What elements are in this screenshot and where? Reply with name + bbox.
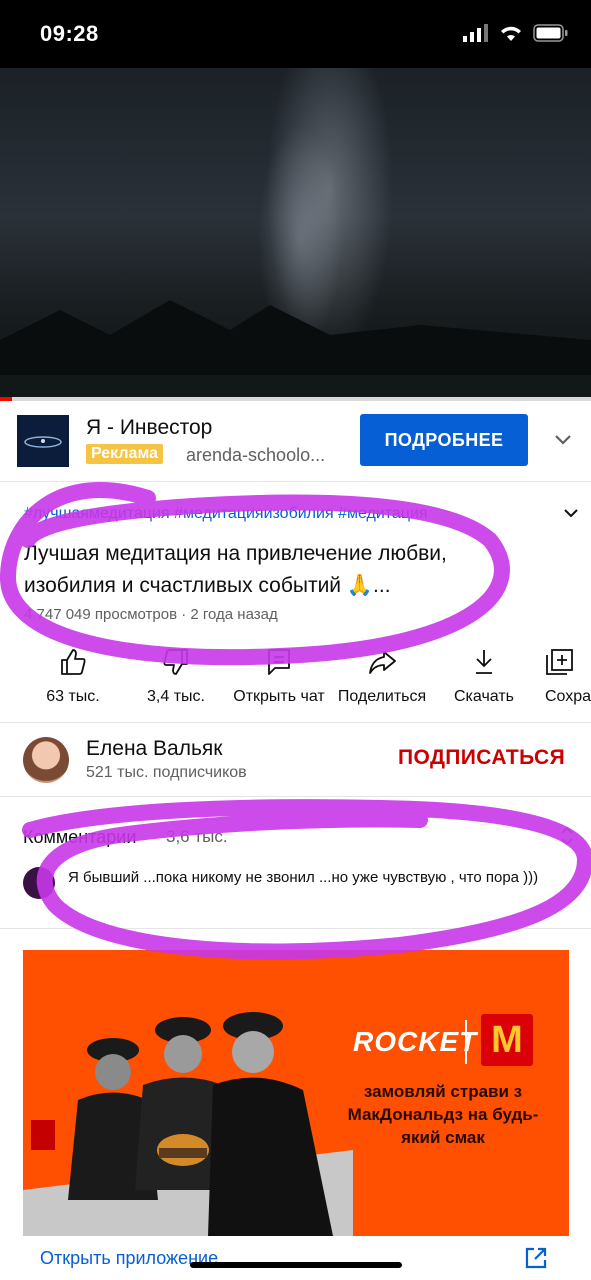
video-meta: 4 747 049 просмотров · 2 года назад — [24, 606, 278, 623]
promo-ad-image[interactable]: ROCKET M замовляй страви з МакДональдз н… — [23, 950, 569, 1236]
video-thumbnail-landscape — [0, 300, 591, 400]
ad-cta-button[interactable]: ПОДРОБНЕЕ — [360, 414, 528, 466]
open-chat-label: Открыть чат — [233, 688, 325, 705]
channel-subscribers: 521 тыс. подписчиков — [86, 764, 247, 781]
like-count: 63 тыс. — [46, 688, 100, 705]
rocket-logo: ROCKET — [353, 1026, 478, 1057]
share-label: Поделиться — [337, 688, 427, 705]
save-icon — [546, 649, 573, 675]
chevron-down-icon[interactable] — [553, 429, 573, 449]
share-button[interactable]: Поделиться — [327, 647, 437, 706]
divider — [0, 796, 591, 797]
channel-name[interactable]: Елена Вальяк — [86, 737, 223, 761]
divider — [0, 722, 591, 723]
video-title[interactable]: Лучшая медитация на привлечение любви, и… — [24, 538, 524, 602]
ad-badge: Реклама — [86, 444, 163, 464]
comments-label[interactable]: Комментарии — [23, 827, 136, 848]
dislike-icon — [163, 649, 188, 675]
expand-comments-icon[interactable] — [560, 826, 574, 846]
like-button[interactable]: 63 тыс. — [18, 647, 128, 706]
ad-title: Я - Инвестор — [86, 416, 213, 439]
download-button[interactable]: Скачать — [429, 647, 539, 706]
status-time: 09:28 — [40, 21, 99, 46]
ad-url: arenda-schoolo... — [186, 445, 326, 465]
subscribe-button[interactable]: ПОДПИСАТЬСЯ — [398, 746, 565, 770]
external-link-icon[interactable] — [524, 1246, 548, 1270]
download-label: Скачать — [454, 688, 514, 705]
comment-author-avatar[interactable] — [23, 867, 55, 899]
mcdonalds-logo: M — [481, 1014, 533, 1066]
chat-icon — [268, 649, 290, 675]
promo-text: замовляй страви з МакДональдз на будь-як… — [347, 1082, 539, 1147]
share-icon — [369, 651, 396, 674]
home-indicator[interactable] — [190, 1262, 402, 1268]
channel-avatar[interactable] — [23, 737, 69, 783]
video-hashtags[interactable]: #лучшаямедитация #медитацияизобилия #мед… — [24, 505, 428, 523]
save-label: Сохра — [545, 688, 591, 705]
like-icon — [61, 649, 86, 675]
save-button[interactable]: Сохра — [530, 647, 591, 706]
ad-banner[interactable]: Я - Инвестор Реклама arenda-schoolo... П… — [0, 401, 591, 482]
video-player[interactable] — [0, 68, 591, 400]
status-bar: 09:28 — [0, 0, 591, 68]
promo-people-illustration — [23, 1012, 353, 1236]
download-icon — [476, 650, 492, 674]
wifi-icon — [501, 26, 521, 41]
divider — [0, 928, 591, 929]
logo-separator — [465, 1020, 467, 1064]
open-chat-button[interactable]: Открыть чат — [224, 647, 334, 706]
ad-logo — [17, 415, 69, 467]
comments-count: 3,6 тыс. — [166, 827, 228, 846]
dislike-count: 3,4 тыс. — [147, 688, 205, 705]
top-comment-text[interactable]: Я бывший ...пока никому не звонил ...но … — [68, 865, 568, 891]
dislike-button[interactable]: 3,4 тыс. — [121, 647, 231, 706]
signal-icon — [463, 24, 488, 42]
chevron-down-icon[interactable] — [562, 504, 580, 522]
status-icons — [463, 24, 569, 42]
battery-icon — [533, 24, 568, 42]
